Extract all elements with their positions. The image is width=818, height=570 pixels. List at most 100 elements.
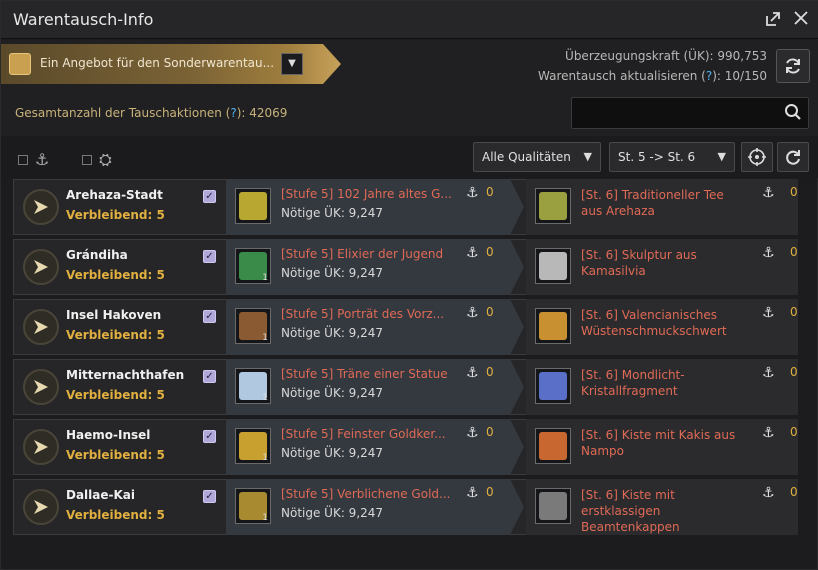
anchor-icon: ⚓ bbox=[466, 425, 479, 441]
check-icon[interactable]: ✓ bbox=[203, 490, 216, 503]
required-uk: Nötige ÜK: 9,247 bbox=[281, 206, 384, 220]
give-item-icon[interactable]: 1 bbox=[235, 368, 271, 404]
get-anchor-count: 0 bbox=[790, 305, 798, 319]
search-box[interactable] bbox=[571, 97, 809, 129]
remaining-count: Verbleibend: 5 bbox=[66, 328, 165, 342]
get-item-panel[interactable]: [St. 6] Kiste mit Kakis aus Nampo ⚓ 0 bbox=[526, 419, 798, 475]
give-anchor-count: 0 bbox=[486, 245, 494, 259]
navigate-icon[interactable] bbox=[23, 369, 59, 405]
filter-checkbox[interactable] bbox=[18, 155, 28, 165]
window-title: Warentausch-Info bbox=[13, 10, 154, 29]
check-icon[interactable]: ✓ bbox=[203, 430, 216, 443]
barter-row[interactable]: Mitternachthafen Verbleibend: 5 ✓ 1 [Stu… bbox=[13, 359, 798, 415]
ship-filter-icon: ⛭ bbox=[99, 150, 112, 169]
npc-name: Grándiha bbox=[66, 248, 128, 262]
give-item-panel[interactable]: 1 [Stufe 5] Verblichene Gold... Nötige Ü… bbox=[226, 479, 524, 535]
required-uk: Nötige ÜK: 9,247 bbox=[281, 266, 384, 280]
get-anchor-count: 0 bbox=[790, 485, 798, 499]
special-offer-bar[interactable]: Ein Angebot für den Sonderwarentau... ▼ bbox=[1, 44, 341, 84]
give-item-panel[interactable]: 1 [Stufe 5] Elixier der Jugend Nötige ÜK… bbox=[226, 239, 524, 295]
anchor-icon: ⚓ bbox=[466, 365, 479, 381]
give-item-icon[interactable]: 1 bbox=[235, 248, 271, 284]
get-item-icon[interactable] bbox=[535, 428, 571, 464]
navigate-icon[interactable] bbox=[23, 429, 59, 465]
trade-filter-icon: ⚓ bbox=[35, 150, 50, 169]
offer-label: Ein Angebot für den Sonderwarentau... bbox=[40, 56, 275, 70]
give-item-qty: 1 bbox=[262, 453, 268, 463]
give-anchor-count: 0 bbox=[486, 305, 494, 319]
give-item-icon[interactable]: 1 bbox=[235, 428, 271, 464]
navigate-icon[interactable] bbox=[23, 489, 59, 525]
give-anchor-count: 0 bbox=[486, 185, 494, 199]
barter-row[interactable]: Dallae-Kai Verbleibend: 5 ✓ 1 [Stufe 5] … bbox=[13, 479, 798, 535]
check-icon[interactable]: ✓ bbox=[203, 250, 216, 263]
check-icon[interactable]: ✓ bbox=[203, 190, 216, 203]
check-icon[interactable]: ✓ bbox=[203, 310, 216, 323]
navigate-icon[interactable] bbox=[23, 309, 59, 345]
filter-checkbox[interactable] bbox=[82, 155, 92, 165]
give-item-icon[interactable]: 1 bbox=[235, 308, 271, 344]
get-anchor-count: 0 bbox=[790, 185, 798, 199]
navigate-icon[interactable] bbox=[23, 189, 59, 225]
get-item-name: [St. 6] Kiste mit erstklassigen Beamtenk… bbox=[581, 488, 680, 534]
uk-stat: Überzeugungskraft (ÜK): 990,753 bbox=[565, 49, 767, 63]
anchor-icon: ⚓ bbox=[762, 305, 775, 321]
get-item-panel[interactable]: [St. 6] Skulptur aus Kamasilvia ⚓ 0 bbox=[526, 239, 798, 295]
anchor-icon: ⚓ bbox=[762, 365, 775, 381]
barter-row[interactable]: Grándiha Verbleibend: 5 ✓ 1 [Stufe 5] El… bbox=[13, 239, 798, 295]
remaining-count: Verbleibend: 5 bbox=[66, 208, 165, 222]
stats-block: Überzeugungskraft (ÜK): 990,753 Warentau… bbox=[538, 46, 767, 86]
npc-name: Dallae-Kai bbox=[66, 488, 136, 502]
anchor-icon: ⚓ bbox=[466, 485, 479, 501]
refresh-button[interactable] bbox=[776, 49, 810, 83]
npc-name: Insel Hakoven bbox=[66, 308, 162, 322]
npc-name: Arehaza-Stadt bbox=[66, 188, 163, 202]
navigate-icon[interactable] bbox=[23, 249, 59, 285]
header-panel: Ein Angebot für den Sonderwarentau... ▼ … bbox=[1, 40, 818, 136]
give-item-panel[interactable]: [Stufe 5] 102 Jahre altes G... Nötige ÜK… bbox=[226, 179, 524, 235]
remaining-count: Verbleibend: 5 bbox=[66, 508, 165, 522]
give-item-panel[interactable]: 1 [Stufe 5] Porträt des Vorz... Nötige Ü… bbox=[226, 299, 524, 355]
check-icon[interactable]: ✓ bbox=[203, 370, 216, 383]
quality-select[interactable]: Alle Qualitäten ▼ bbox=[473, 142, 601, 172]
get-item-panel[interactable]: [St. 6] Mondlicht-Kristallfragment ⚓ 0 bbox=[526, 359, 798, 415]
refresh-stat-prefix: Warentausch aktualisieren ( bbox=[538, 69, 706, 83]
give-item-qty: 1 bbox=[262, 513, 268, 523]
level-select[interactable]: St. 5 -> St. 6 ▼ bbox=[609, 142, 735, 172]
search-input[interactable] bbox=[578, 104, 768, 122]
get-anchor-count: 0 bbox=[790, 425, 798, 439]
anchor-icon: ⚓ bbox=[762, 245, 775, 261]
get-item-icon[interactable] bbox=[535, 368, 571, 404]
close-icon[interactable] bbox=[791, 10, 811, 30]
locate-button[interactable] bbox=[741, 142, 773, 172]
get-item-panel[interactable]: [St. 6] Valencianisches Wüstenschmucksch… bbox=[526, 299, 798, 355]
search-icon[interactable] bbox=[784, 103, 802, 125]
give-item-name: [Stufe 5] Träne einer Statue bbox=[281, 367, 448, 381]
get-item-panel[interactable]: [St. 6] Traditioneller Tee aus Arehaza ⚓… bbox=[526, 179, 798, 235]
get-item-name: [St. 6] Mondlicht-Kristallfragment bbox=[581, 368, 685, 398]
give-anchor-count: 0 bbox=[486, 485, 494, 499]
give-item-icon[interactable]: 1 bbox=[235, 488, 271, 524]
barter-row[interactable]: Haemo-Insel Verbleibend: 5 ✓ 1 [Stufe 5]… bbox=[13, 419, 798, 475]
required-uk: Nötige ÜK: 9,247 bbox=[281, 506, 384, 520]
barter-row[interactable]: Arehaza-Stadt Verbleibend: 5 ✓ [Stufe 5]… bbox=[13, 179, 798, 235]
get-item-icon[interactable] bbox=[535, 188, 571, 224]
refresh-stat-suffix: ): 10/150 bbox=[712, 69, 767, 83]
give-item-icon[interactable] bbox=[235, 188, 271, 224]
anchor-icon: ⚓ bbox=[466, 305, 479, 321]
barter-row[interactable]: Insel Hakoven Verbleibend: 5 ✓ 1 [Stufe … bbox=[13, 299, 798, 355]
expand-icon[interactable] bbox=[763, 10, 783, 30]
quality-select-value: Alle Qualitäten bbox=[482, 150, 571, 164]
get-item-icon[interactable] bbox=[535, 248, 571, 284]
get-item-icon[interactable] bbox=[535, 308, 571, 344]
give-item-panel[interactable]: 1 [Stufe 5] Feinster Goldker... Nötige Ü… bbox=[226, 419, 524, 475]
chevron-down-icon[interactable]: ▼ bbox=[281, 53, 303, 75]
give-item-name: [Stufe 5] Feinster Goldker... bbox=[281, 427, 446, 441]
give-item-panel[interactable]: 1 [Stufe 5] Träne einer Statue Nötige ÜK… bbox=[226, 359, 524, 415]
reload-button[interactable] bbox=[777, 142, 809, 172]
get-item-icon[interactable] bbox=[535, 488, 571, 524]
get-item-panel[interactable]: [St. 6] Kiste mit erstklassigen Beamtenk… bbox=[526, 479, 798, 535]
total-exchanges: Gesamtanzahl der Tauschaktionen (?): 420… bbox=[15, 106, 287, 120]
title-bar[interactable]: Warentausch-Info bbox=[1, 1, 818, 39]
chevron-down-icon: ▼ bbox=[583, 150, 592, 163]
